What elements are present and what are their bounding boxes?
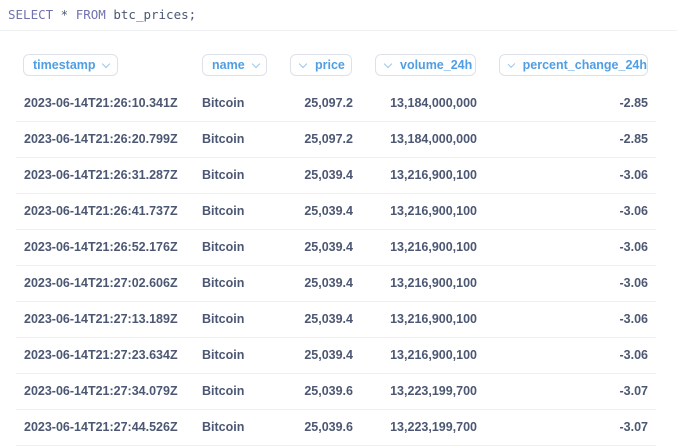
cell-timestamp: 2023-06-14T21:27:44.526Z: [24, 420, 178, 434]
column-header-label: name: [212, 58, 245, 72]
column-header-name[interactable]: name: [202, 54, 267, 76]
table-row: 2023-06-14T21:26:20.799Z Bitcoin 25,097.2 1…: [16, 122, 656, 158]
cell-price: 25,097.2: [304, 132, 353, 146]
cell-volume-24h: 13,216,900,100: [390, 204, 477, 218]
cell-percent-change-24h: -3.06: [619, 240, 649, 254]
cell-timestamp: 2023-06-14T21:27:34.079Z: [24, 384, 178, 398]
cell-volume-24h: 13,223,199,700: [390, 420, 477, 434]
cell-name: Bitcoin: [202, 240, 245, 254]
table-row: 2023-06-14T21:27:23.634Z Bitcoin 25,039.4 1…: [16, 338, 656, 374]
table-row: 2023-06-14T21:27:34.079Z Bitcoin 25,039.6 1…: [16, 374, 656, 410]
cell-price: 25,039.4: [304, 168, 353, 182]
cell-percent-change-24h: -2.85: [619, 96, 649, 110]
column-header-timestamp[interactable]: timestamp: [23, 54, 118, 76]
cell-name: Bitcoin: [202, 348, 245, 362]
table-row: 2023-06-14T21:27:44.526Z Bitcoin 25,039.6 1…: [16, 410, 656, 446]
table-header: timestamp name price volume_24h percent_…: [16, 31, 656, 86]
sql-star: *: [53, 7, 76, 22]
cell-percent-change-24h: -3.07: [619, 420, 649, 434]
cell-price: 25,097.2: [304, 96, 353, 110]
cell-price: 25,039.4: [304, 276, 353, 290]
table-body: 2023-06-14T21:26:10.341Z Bitcoin 25,097.2 1…: [16, 86, 656, 446]
cell-volume-24h: 13,216,900,100: [390, 312, 477, 326]
cell-price: 25,039.6: [304, 384, 353, 398]
cell-timestamp: 2023-06-14T21:27:02.606Z: [24, 276, 178, 290]
cell-percent-change-24h: -2.85: [619, 132, 649, 146]
column-header-volume-24h[interactable]: volume_24h: [375, 54, 476, 76]
cell-timestamp: 2023-06-14T21:27:13.189Z: [24, 312, 178, 326]
cell-price: 25,039.6: [304, 420, 353, 434]
chevron-down-icon: [101, 59, 110, 68]
cell-price: 25,039.4: [304, 204, 353, 218]
cell-percent-change-24h: -3.06: [619, 312, 649, 326]
column-header-label: percent_change_24h: [522, 58, 647, 72]
table-row: 2023-06-14T21:27:13.189Z Bitcoin 25,039.4 1…: [16, 302, 656, 338]
sql-keyword-select: SELECT: [8, 7, 54, 22]
cell-name: Bitcoin: [202, 312, 245, 326]
cell-name: Bitcoin: [202, 384, 245, 398]
chevron-down-icon: [251, 59, 260, 68]
cell-volume-24h: 13,184,000,000: [390, 96, 477, 110]
table-row: 2023-06-14T21:26:31.287Z Bitcoin 25,039.4 1…: [16, 158, 656, 194]
cell-price: 25,039.4: [304, 312, 353, 326]
column-header-label: price: [315, 58, 345, 72]
cell-volume-24h: 13,216,900,100: [390, 168, 477, 182]
sql-editor[interactable]: SELECT * FROM btc_prices;: [0, 0, 677, 31]
cell-price: 25,039.4: [304, 348, 353, 362]
chevron-down-icon: [383, 59, 393, 68]
cell-volume-24h: 13,184,000,000: [390, 132, 477, 146]
cell-name: Bitcoin: [202, 420, 245, 434]
cell-timestamp: 2023-06-14T21:27:23.634Z: [24, 348, 178, 362]
cell-name: Bitcoin: [202, 168, 245, 182]
cell-timestamp: 2023-06-14T21:26:41.737Z: [24, 204, 178, 218]
column-header-label: volume_24h: [400, 58, 473, 72]
results-table: timestamp name price volume_24h percent_…: [16, 31, 656, 446]
cell-timestamp: 2023-06-14T21:26:20.799Z: [24, 132, 178, 146]
table-row: 2023-06-14T21:26:10.341Z Bitcoin 25,097.2 1…: [16, 86, 656, 122]
cell-name: Bitcoin: [202, 276, 245, 290]
sql-keyword-from: FROM: [75, 7, 106, 22]
chevron-down-icon: [507, 59, 516, 68]
chevron-down-icon: [298, 59, 308, 68]
table-row: 2023-06-14T21:26:41.737Z Bitcoin 25,039.4 1…: [16, 194, 656, 230]
cell-timestamp: 2023-06-14T21:26:52.176Z: [24, 240, 178, 254]
column-header-label: timestamp: [33, 58, 96, 72]
cell-percent-change-24h: -3.06: [619, 204, 649, 218]
cell-percent-change-24h: -3.06: [619, 168, 649, 182]
cell-volume-24h: 13,223,199,700: [390, 384, 477, 398]
cell-volume-24h: 13,216,900,100: [390, 240, 477, 254]
cell-price: 25,039.4: [304, 240, 353, 254]
sql-table-name: btc_prices;: [105, 7, 197, 22]
cell-percent-change-24h: -3.06: [619, 348, 649, 362]
table-row: 2023-06-14T21:26:52.176Z Bitcoin 25,039.4 1…: [16, 230, 656, 266]
cell-name: Bitcoin: [202, 132, 245, 146]
cell-timestamp: 2023-06-14T21:26:31.287Z: [24, 168, 178, 182]
cell-volume-24h: 13,216,900,100: [390, 348, 477, 362]
cell-volume-24h: 13,216,900,100: [390, 276, 477, 290]
column-header-price[interactable]: price: [290, 54, 352, 76]
column-header-percent-change-24h[interactable]: percent_change_24h: [499, 54, 648, 76]
cell-timestamp: 2023-06-14T21:26:10.341Z: [24, 96, 178, 110]
cell-percent-change-24h: -3.06: [619, 276, 649, 290]
cell-name: Bitcoin: [202, 204, 245, 218]
cell-name: Bitcoin: [202, 96, 245, 110]
table-row: 2023-06-14T21:27:02.606Z Bitcoin 25,039.4 1…: [16, 266, 656, 302]
cell-percent-change-24h: -3.07: [619, 384, 649, 398]
